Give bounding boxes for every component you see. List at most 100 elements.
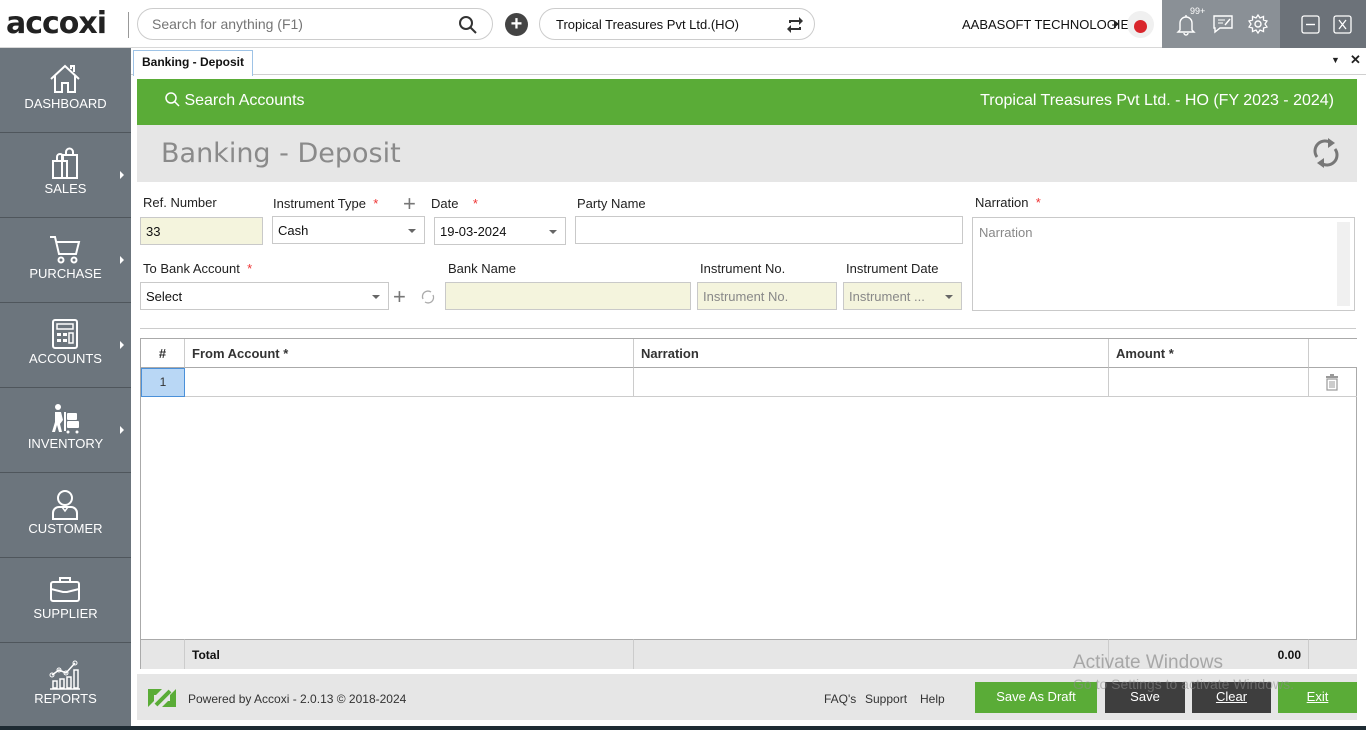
message-icon[interactable] <box>1212 14 1234 34</box>
company-name: Tropical Treasures Pvt Ltd.(HO) <box>556 17 740 32</box>
narration-textarea[interactable]: Narration <box>972 217 1355 311</box>
tab-banking-deposit[interactable]: Banking - Deposit <box>133 50 254 76</box>
narration-label: Narration * <box>975 195 1041 210</box>
window-controls <box>1280 0 1366 48</box>
add-bank-account-icon[interactable]: + <box>393 286 406 308</box>
sidebar-item-reports[interactable]: REPORTS <box>0 643 131 728</box>
activate-windows-watermark: Activate Windows <box>1073 652 1223 673</box>
row-number-cell[interactable]: 1 <box>141 368 185 397</box>
top-bar: accoxi + Tropical Treasures Pvt Ltd.(HO)… <box>0 0 1366 48</box>
taskbar-edge <box>0 726 1366 730</box>
toolbar-icons <box>1162 0 1280 48</box>
refresh-icon[interactable] <box>1311 137 1341 169</box>
submenu-arrow <box>120 171 124 179</box>
organization-name[interactable]: AABASOFT TECHNOLOGIES <box>962 17 1138 32</box>
ref-number-field[interactable]: 33 <box>140 217 263 245</box>
faqs-link[interactable]: FAQ's <box>824 692 856 706</box>
col-header-number: # <box>141 339 185 368</box>
tab-list-dropdown-icon[interactable]: ▼ <box>1331 55 1340 65</box>
powered-by-text: Powered by Accoxi - 2.0.13 © 2018-2024 <box>188 692 407 706</box>
gear-icon[interactable] <box>1248 14 1268 34</box>
sidebar-item-purchase[interactable]: PURCHASE <box>0 218 131 303</box>
narration-cell[interactable] <box>634 368 1109 397</box>
entries-grid: # From Account * Narration Amount * 1 To… <box>140 338 1357 669</box>
col-header-actions <box>1309 339 1357 368</box>
sidebar-item-supplier[interactable]: SUPPLIER <box>0 558 131 643</box>
search-accounts-button[interactable]: Search Accounts <box>165 92 305 110</box>
calculator-icon <box>52 319 78 349</box>
trolley-icon <box>52 404 79 434</box>
instrument-no-field[interactable]: Instrument No. <box>697 282 837 310</box>
search-icon[interactable] <box>458 15 478 35</box>
accoxi-footer-logo <box>148 689 176 707</box>
bank-name-label: Bank Name <box>448 261 516 276</box>
support-link[interactable]: Support <box>865 692 907 706</box>
module-header: Search Accounts Tropical Treasures Pvt L… <box>137 79 1357 125</box>
trash-icon[interactable] <box>1325 374 1339 391</box>
sidebar-item-accounts[interactable]: ACCOUNTS <box>0 303 131 388</box>
instrument-no-label: Instrument No. <box>700 261 786 276</box>
col-header-amount: Amount * <box>1109 339 1309 368</box>
instrument-date-label: Instrument Date <box>846 261 939 276</box>
switch-company-icon[interactable] <box>784 14 806 36</box>
page-title-bar: Banking - Deposit <box>137 125 1357 182</box>
tab-strip: Banking - Deposit ▼ ✕ <box>131 48 1366 76</box>
add-new-button[interactable]: + <box>505 13 528 36</box>
global-search-input[interactable] <box>152 16 452 32</box>
total-narration <box>634 639 1109 669</box>
from-account-cell[interactable] <box>185 368 634 397</box>
bank-name-field <box>445 282 691 310</box>
date-picker[interactable]: 19-03-2024 <box>434 217 566 245</box>
date-label: Date * <box>431 196 478 211</box>
accoxi-logo: accoxi <box>6 6 107 41</box>
search-icon <box>165 92 180 107</box>
narration-scrollbar[interactable] <box>1337 222 1350 306</box>
party-name-label: Party Name <box>577 196 646 211</box>
logo-divider <box>128 12 129 38</box>
submenu-arrow <box>120 426 124 434</box>
home-icon <box>50 64 80 93</box>
instrument-date-picker[interactable]: Instrument ... <box>843 282 962 310</box>
form-divider <box>140 328 1356 329</box>
company-fy-label: Tropical Treasures Pvt Ltd. - HO (FY 202… <box>980 92 1334 109</box>
col-header-narration: Narration <box>634 339 1109 368</box>
company-selector[interactable]: Tropical Treasures Pvt Ltd.(HO) <box>539 8 815 40</box>
organization-menu-arrow[interactable] <box>1114 20 1119 28</box>
help-link[interactable]: Help <box>920 692 945 706</box>
party-name-field[interactable] <box>575 216 963 244</box>
amount-cell[interactable] <box>1109 368 1309 397</box>
page-title: Banking - Deposit <box>161 138 401 169</box>
sidebar-item-sales[interactable]: SALES <box>0 133 131 218</box>
sidebar-item-inventory[interactable]: INVENTORY <box>0 388 131 473</box>
refresh-bank-accounts-icon[interactable] <box>420 289 436 305</box>
bell-icon[interactable] <box>1176 14 1196 36</box>
chevron-down-icon <box>408 229 416 233</box>
col-header-from-account: From Account * <box>185 339 634 368</box>
close-tab-icon[interactable]: ✕ <box>1350 52 1361 68</box>
sidebar: DASHBOARD SALES PURCHASE ACCOUNTS INVENT… <box>0 48 131 730</box>
close-window-icon[interactable] <box>1333 15 1352 34</box>
to-bank-account-label: To Bank Account * <box>143 261 253 276</box>
sidebar-item-dashboard[interactable]: DASHBOARD <box>0 48 131 133</box>
chevron-down-icon <box>372 295 380 299</box>
total-actions <box>1309 639 1357 669</box>
instrument-type-label: Instrument Type * <box>273 196 379 211</box>
activate-windows-subtext: Go to Settings to activate Windows. <box>1073 676 1294 692</box>
user-avatar[interactable] <box>1127 11 1154 38</box>
add-instrument-type-icon[interactable]: + <box>403 193 416 215</box>
chart-icon <box>49 660 80 690</box>
instrument-type-select[interactable]: Cash <box>272 216 425 244</box>
submenu-arrow <box>120 256 124 264</box>
global-search[interactable] <box>137 8 493 40</box>
minimize-icon[interactable] <box>1301 15 1320 34</box>
sidebar-item-customer[interactable]: CUSTOMER <box>0 473 131 558</box>
notification-badge: 99+ <box>1190 6 1206 16</box>
submenu-arrow <box>120 341 124 349</box>
to-bank-account-select[interactable]: Select <box>140 282 389 310</box>
chevron-down-icon <box>549 230 557 234</box>
shopping-bag-icon <box>52 147 78 179</box>
total-label: Total <box>185 639 634 669</box>
briefcase-icon <box>50 577 80 602</box>
ref-number-label: Ref. Number <box>143 195 217 210</box>
cart-icon <box>50 236 81 264</box>
